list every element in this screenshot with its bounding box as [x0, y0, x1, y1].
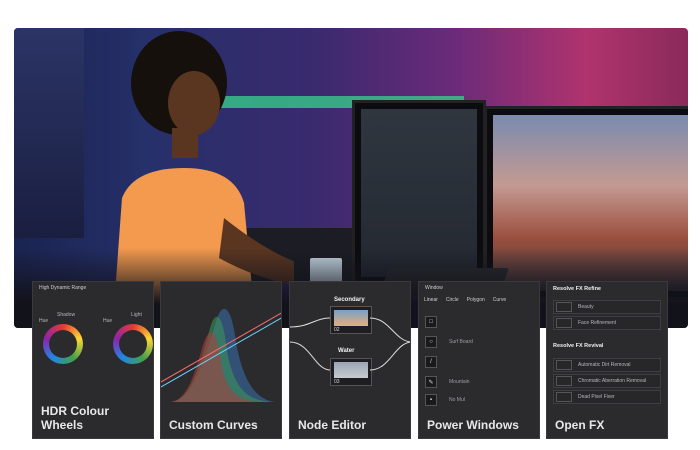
card-custom-curves[interactable]: Custom Curves: [160, 281, 282, 439]
card-caption: Open FX: [555, 418, 605, 432]
shape-tabs: Linear Circle Polygon Curve: [424, 297, 506, 303]
panel-title: Window: [425, 285, 443, 291]
panel-title: High Dynamic Range: [39, 285, 87, 291]
card-caption: HDR Colour Wheels: [41, 404, 109, 432]
tab-polygon[interactable]: Polygon: [467, 297, 485, 303]
window-label: Surf Board: [449, 339, 473, 345]
node-connections: [290, 317, 410, 371]
card-caption: Node Editor: [298, 418, 366, 432]
colour-wheel-light[interactable]: [113, 324, 153, 364]
card-power-windows[interactable]: Window Linear Circle Polygon Curve □ ○ Su…: [418, 281, 540, 439]
wheel-label-light: Light: [131, 312, 142, 318]
window-row[interactable]: ○ Surf Board: [425, 336, 473, 348]
gradient-icon: ▪: [425, 394, 437, 406]
window-row[interactable]: ▪ No Mul: [425, 394, 465, 406]
tab-linear[interactable]: Linear: [424, 297, 438, 303]
window-row[interactable]: ✎ Mountain: [425, 376, 470, 388]
tab-curve[interactable]: Curve: [493, 297, 506, 303]
fx-section-refine: Resolve FX Refine: [553, 286, 601, 292]
window-row[interactable]: □: [425, 316, 437, 328]
card-hdr-colour-wheels[interactable]: High Dynamic Range Shadow Light Hue Hue …: [32, 281, 154, 439]
fx-item-beauty[interactable]: Beauty: [553, 300, 661, 314]
card-open-fx[interactable]: Resolve FX Refine Beauty Face Refinement…: [546, 281, 668, 439]
fx-item-dirt-removal[interactable]: Automatic Dirt Removal: [553, 358, 661, 372]
line-icon: /: [425, 356, 437, 368]
fx-item-chromatic-aberration[interactable]: Chromatic Aberration Removal: [553, 374, 661, 388]
circle-icon: ○: [425, 336, 437, 348]
card-caption: Power Windows: [427, 418, 519, 432]
window-row[interactable]: /: [425, 356, 437, 368]
fx-item-dead-pixel-fixer[interactable]: Dead Pixel Fixer: [553, 390, 661, 404]
fx-item-face-refinement[interactable]: Face Refinement: [553, 316, 661, 330]
curves-graph: [161, 308, 281, 402]
square-icon: □: [425, 316, 437, 328]
colour-wheel-shadow[interactable]: [43, 324, 83, 364]
feature-cards: High Dynamic Range Shadow Light Hue Hue …: [32, 281, 668, 439]
card-node-editor[interactable]: Secondary 02 Water 03 Node Editor: [289, 281, 411, 439]
window-label: No Mul: [449, 397, 465, 403]
fx-section-revival: Resolve FX Revival: [553, 343, 604, 349]
card-caption: Custom Curves: [169, 418, 258, 432]
hue-label-left: Hue: [39, 318, 49, 324]
tab-circle[interactable]: Circle: [446, 297, 459, 303]
hue-label-right: Hue: [103, 318, 113, 324]
pen-icon: ✎: [425, 376, 437, 388]
wheel-label-shadow: Shadow: [57, 312, 76, 318]
window-label: Mountain: [449, 379, 470, 385]
